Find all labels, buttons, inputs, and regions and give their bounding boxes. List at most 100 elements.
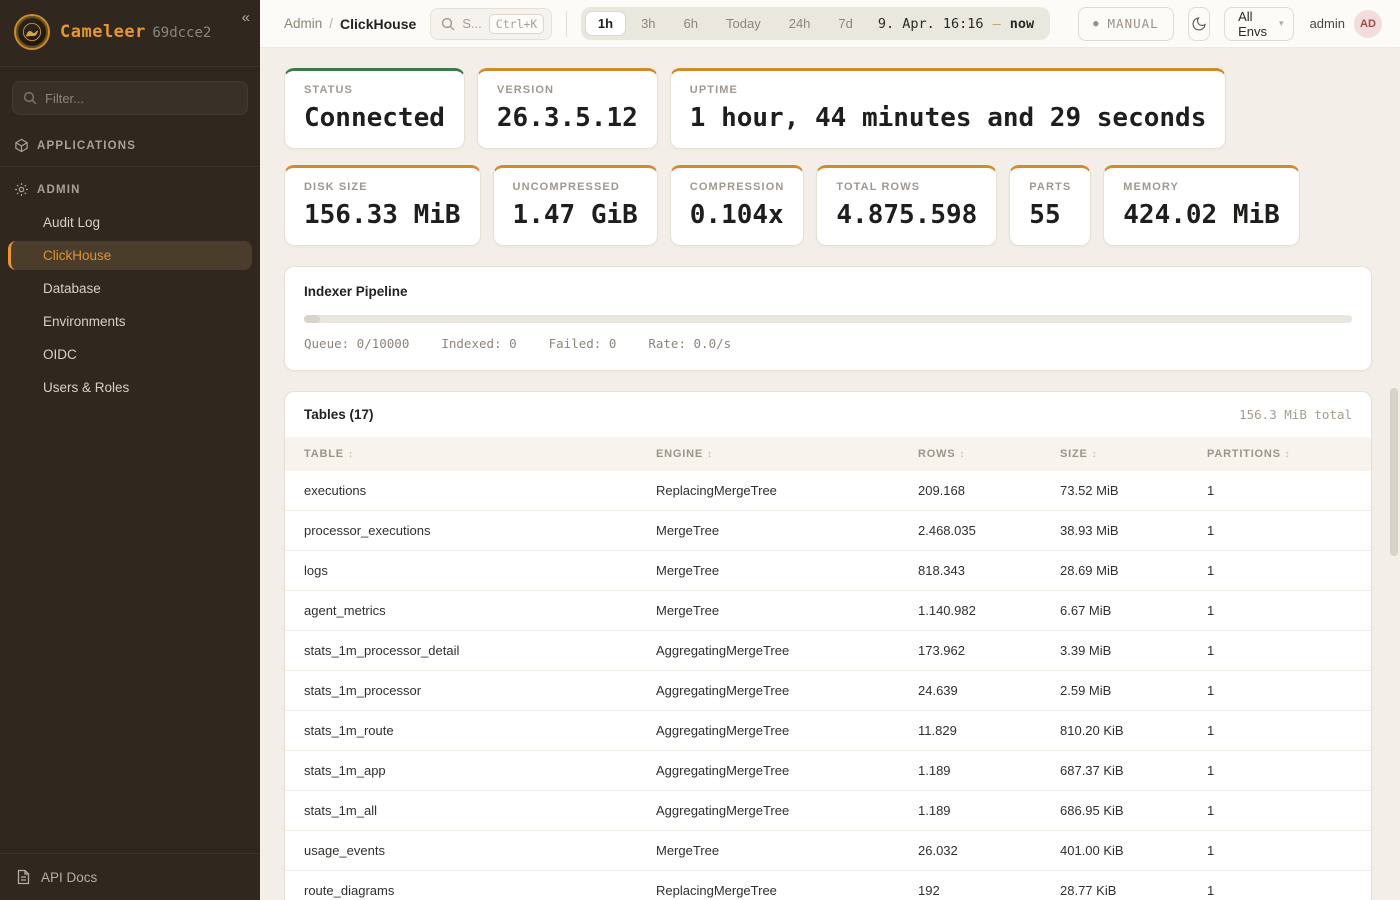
stat-card: DISK SIZE 156.33 MiB — [284, 165, 481, 246]
time-range-button[interactable]: 24h — [776, 11, 824, 36]
indexer-progress-fill — [304, 315, 320, 323]
sidebar-nav-item[interactable]: Environments — [8, 307, 252, 336]
breadcrumb-section[interactable]: Admin — [284, 16, 322, 31]
sidebar-nav-item[interactable]: OIDC — [8, 340, 252, 369]
cell-engine: ReplacingMergeTree — [656, 483, 918, 498]
sort-icon[interactable]: ↕ — [707, 449, 713, 460]
table-row[interactable]: stats_1m_all AggregatingMergeTree 1.189 … — [285, 791, 1371, 831]
stat-value: 1 hour, 44 minutes and 29 seconds — [690, 103, 1207, 133]
cell-engine: MergeTree — [656, 563, 918, 578]
sort-icon[interactable]: ↕ — [959, 449, 965, 460]
cell-partitions: 1 — [1207, 563, 1352, 578]
column-header[interactable]: TABLE ↕ — [304, 448, 656, 460]
dark-mode-toggle[interactable] — [1188, 7, 1210, 41]
column-header[interactable]: ROWS ↕ — [918, 448, 1060, 460]
time-range-button[interactable]: 7d — [825, 11, 865, 36]
stat-value: 0.104x — [690, 200, 785, 230]
cell-size: 28.77 KiB — [1060, 883, 1207, 898]
tables-header: Tables (17) 156.3 MiB total — [285, 392, 1371, 437]
stat-card: TOTAL ROWS 4.875.598 — [816, 165, 997, 246]
cell-partitions: 1 — [1207, 683, 1352, 698]
indexer-stat: Rate: 0.0/s — [648, 336, 731, 351]
sidebar-nav-item[interactable]: Audit Log — [8, 208, 252, 237]
cell-size: 38.93 MiB — [1060, 523, 1207, 538]
topbar-divider — [566, 11, 567, 37]
cell-partitions: 1 — [1207, 603, 1352, 618]
filter-input[interactable] — [45, 91, 237, 106]
tables-panel: Tables (17) 156.3 MiB total TABLE ↕ ENGI… — [284, 391, 1372, 900]
sidebar-divider — [0, 166, 260, 167]
stat-card: UPTIME 1 hour, 44 minutes and 29 seconds — [670, 68, 1227, 149]
indexer-stats: Queue: 0/10000 Indexed: 0 Failed: 0 Rate… — [304, 336, 1352, 351]
api-docs-link[interactable]: API Docs — [0, 853, 260, 900]
stat-value: 424.02 MiB — [1123, 200, 1280, 230]
environment-select[interactable]: All Envs ▾ — [1224, 7, 1293, 41]
cell-engine: MergeTree — [656, 843, 918, 858]
search-icon — [23, 91, 37, 105]
table-row[interactable]: stats_1m_processor AggregatingMergeTree … — [285, 671, 1371, 711]
table-row[interactable]: processor_executions MergeTree 2.468.035… — [285, 511, 1371, 551]
sidebar-nav-item[interactable]: ClickHouse — [8, 241, 252, 270]
table-row[interactable]: executions ReplacingMergeTree 209.168 73… — [285, 471, 1371, 511]
table-row[interactable]: stats_1m_app AggregatingMergeTree 1.189 … — [285, 751, 1371, 791]
cell-size: 401.00 KiB — [1060, 843, 1207, 858]
time-range-button[interactable]: 3h — [628, 11, 668, 36]
sort-icon[interactable]: ↕ — [1092, 449, 1098, 460]
column-header[interactable]: PARTITIONS ↕ — [1207, 448, 1352, 460]
env-selected-value: All Envs — [1238, 9, 1279, 39]
stat-card: VERSION 26.3.5.12 — [477, 68, 658, 149]
cell-partitions: 1 — [1207, 643, 1352, 658]
table-row[interactable]: agent_metrics MergeTree 1.140.982 6.67 M… — [285, 591, 1371, 631]
global-search[interactable]: S... Ctrl+K — [430, 8, 552, 40]
sidebar-nav-item[interactable]: Users & Roles — [8, 373, 252, 402]
cell-rows: 209.168 — [918, 483, 1060, 498]
table-row[interactable]: logs MergeTree 818.343 28.69 MiB 1 — [285, 551, 1371, 591]
sidebar-section-admin[interactable]: ADMIN — [0, 169, 260, 206]
cell-rows: 1.189 — [918, 803, 1060, 818]
column-label: SIZE — [1060, 448, 1088, 460]
stat-label: MEMORY — [1123, 181, 1280, 193]
cell-table: logs — [304, 563, 656, 578]
sidebar-filter[interactable] — [12, 81, 248, 115]
stat-value: Connected — [304, 103, 445, 133]
column-label: TABLE — [304, 448, 344, 460]
cell-rows: 24.639 — [918, 683, 1060, 698]
breadcrumb: Admin / ClickHouse — [284, 16, 416, 32]
scrollbar-thumb[interactable] — [1390, 388, 1398, 556]
manual-refresh-button[interactable]: ● MANUAL — [1078, 7, 1174, 41]
column-label: ENGINE — [656, 448, 703, 460]
gear-icon — [14, 182, 29, 197]
section-label: APPLICATIONS — [37, 140, 136, 152]
date-range-display[interactable]: 9. Apr. 16:16 – now — [868, 16, 1046, 32]
time-range-button[interactable]: 1h — [585, 11, 626, 36]
table-row[interactable]: stats_1m_route AggregatingMergeTree 11.8… — [285, 711, 1371, 751]
sort-icon[interactable]: ↕ — [1285, 449, 1291, 460]
cell-table: executions — [304, 483, 656, 498]
stat-value: 156.33 MiB — [304, 200, 461, 230]
table-row[interactable]: usage_events MergeTree 26.032 401.00 KiB… — [285, 831, 1371, 871]
column-header[interactable]: SIZE ↕ — [1060, 448, 1207, 460]
stat-value: 1.47 GiB — [513, 200, 638, 230]
time-range-button[interactable]: 6h — [671, 11, 711, 36]
cell-engine: AggregatingMergeTree — [656, 683, 918, 698]
table-row[interactable]: stats_1m_processor_detail AggregatingMer… — [285, 631, 1371, 671]
sidebar-nav-item[interactable]: Database — [8, 274, 252, 303]
indexer-stat: Queue: 0/10000 — [304, 336, 409, 351]
table-row[interactable]: route_diagrams ReplacingMergeTree 192 28… — [285, 871, 1371, 900]
avatar[interactable]: AD — [1354, 10, 1382, 38]
column-header[interactable]: ENGINE ↕ — [656, 448, 918, 460]
time-range-button[interactable]: Today — [713, 11, 774, 36]
stat-card: COMPRESSION 0.104x — [670, 165, 805, 246]
cell-engine: MergeTree — [656, 523, 918, 538]
brand: Cameleer 69dcce2 — [60, 22, 211, 42]
stat-card: STATUS Connected — [284, 68, 465, 149]
user-menu[interactable]: admin AD — [1310, 10, 1382, 38]
sort-icon[interactable]: ↕ — [348, 449, 354, 460]
cell-table: route_diagrams — [304, 883, 656, 898]
package-icon — [14, 138, 29, 153]
sidebar-section-applications[interactable]: APPLICATIONS — [0, 125, 260, 162]
cell-rows: 818.343 — [918, 563, 1060, 578]
sidebar-collapse-icon[interactable]: « — [242, 10, 250, 25]
cell-table: usage_events — [304, 843, 656, 858]
cell-rows: 192 — [918, 883, 1060, 898]
